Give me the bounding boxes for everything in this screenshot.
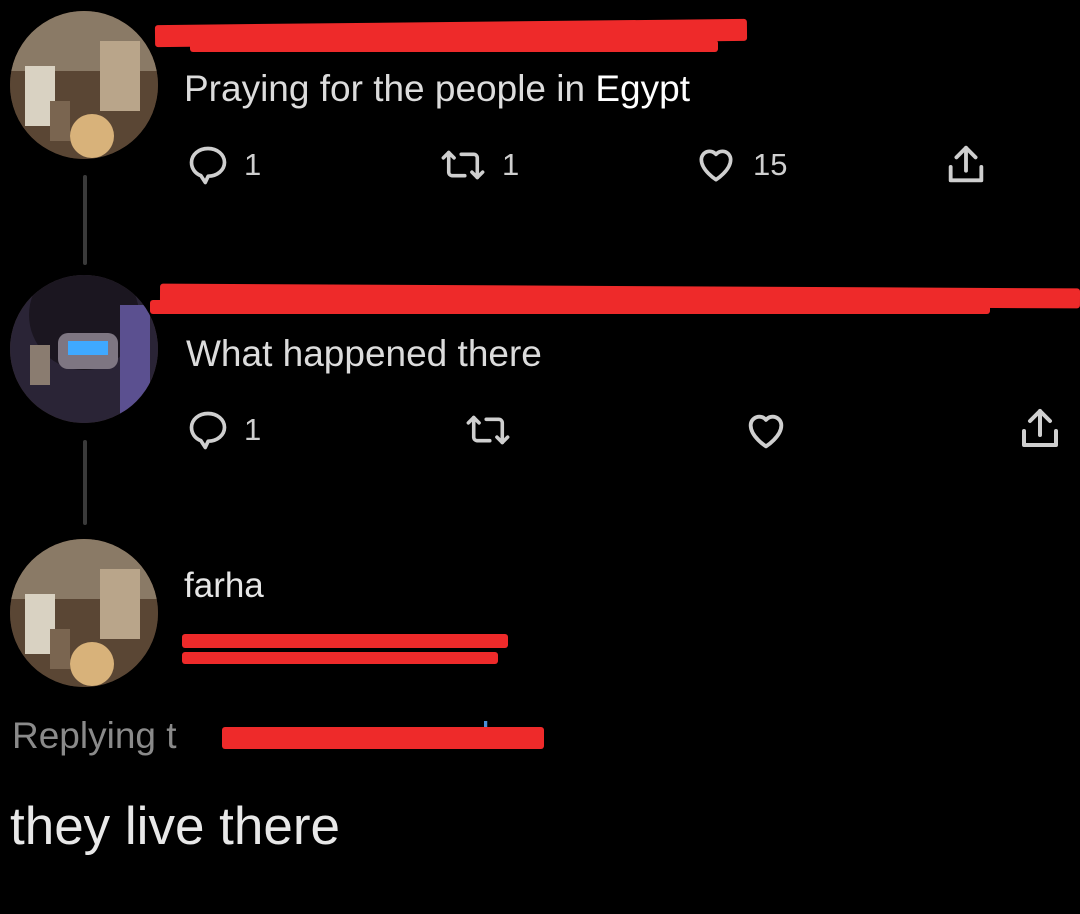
tweet1-retweet-count: 1 (502, 147, 520, 182)
thread-line-1 (83, 175, 87, 265)
tweet2-text: What happened there (186, 333, 542, 374)
thread-line-2 (83, 440, 87, 525)
retweet-arrows-icon (466, 415, 510, 445)
tweet1-text-highlight: Egypt (595, 68, 690, 109)
redacted-username-tweet1-b (190, 40, 718, 52)
avatar-tweet1[interactable] (10, 11, 158, 159)
avatar-tweet2[interactable] (10, 275, 158, 423)
tweet1-reply-button[interactable]: 1 (186, 143, 261, 187)
tweet2-retweet-button[interactable] (463, 408, 513, 452)
retweet-arrows-icon (441, 150, 485, 180)
heart-icon (748, 414, 784, 449)
redacted-reply-handle (222, 727, 544, 749)
heart-icon (699, 149, 733, 182)
tweet1-text: Praying for the people in Egypt (184, 68, 690, 110)
tweet1-share-button[interactable] (943, 141, 989, 189)
tweet1-reply-count: 1 (244, 147, 262, 182)
tweet2-reply-count: 1 (244, 412, 262, 447)
share-upload-icon (948, 145, 984, 183)
tweet2-like-button[interactable] (741, 408, 791, 454)
avatar-tweet3[interactable] (10, 539, 158, 687)
tweet1-like-count: 15 (753, 147, 788, 182)
tweet1-text-main: Praying for the people in (184, 68, 586, 109)
tweet2-reply-button[interactable]: 1 (186, 408, 261, 452)
tweet1-like-button[interactable]: 15 (693, 143, 787, 187)
redacted-handle (182, 634, 508, 648)
display-name[interactable]: farha (184, 566, 264, 606)
redacted-username-tweet2-b (150, 300, 990, 314)
speech-bubble-icon (189, 146, 227, 185)
tweet3-text: they live there (10, 797, 340, 856)
tweet2-share-button[interactable] (1016, 404, 1064, 454)
replying-to-prefix: Replying t (12, 715, 177, 756)
share-upload-icon (1022, 409, 1058, 447)
redacted-handle-b (182, 652, 498, 664)
speech-bubble-icon (189, 411, 227, 450)
tweet1-retweet-button[interactable]: 1 (438, 143, 519, 187)
